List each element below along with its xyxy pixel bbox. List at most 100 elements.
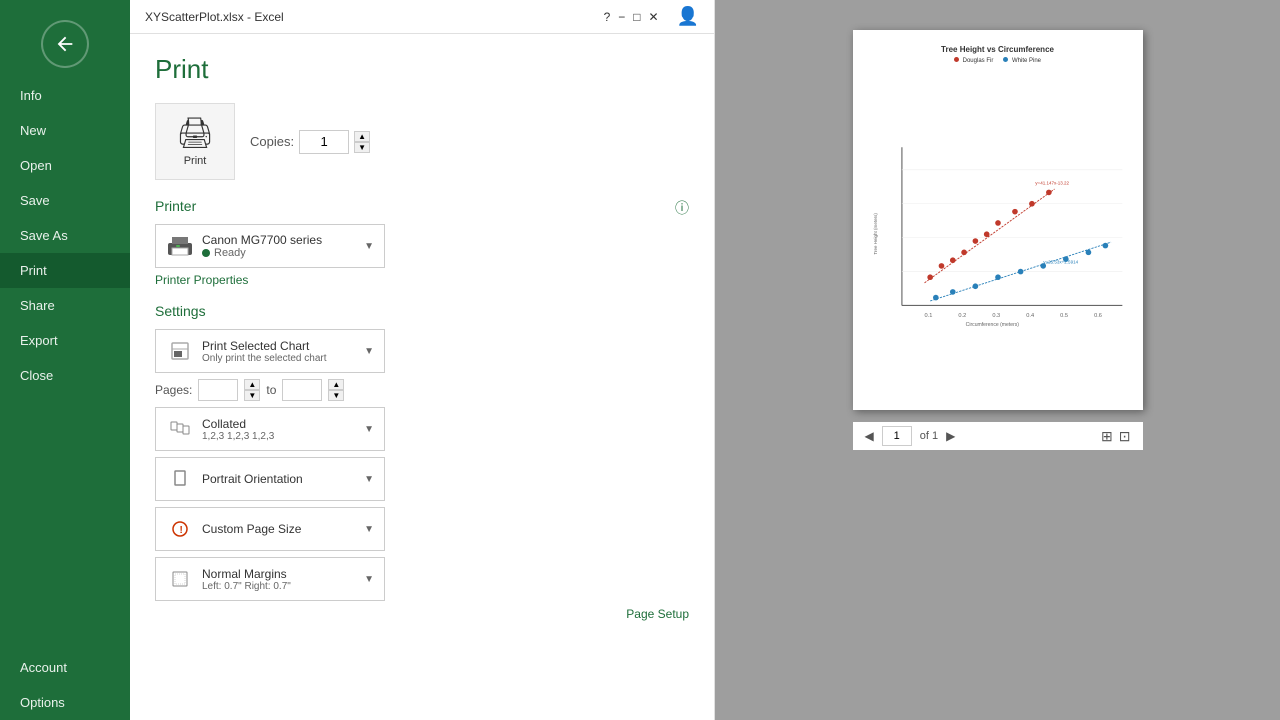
copies-up[interactable]: ▲ xyxy=(354,131,370,142)
user-avatar: 👤 xyxy=(677,6,699,27)
setting-portrait-main: Portrait Orientation xyxy=(202,472,364,486)
copies-right: Copies: ▲ ▼ xyxy=(250,130,370,154)
print-button-area[interactable]: 🖨 Print xyxy=(155,103,235,180)
sidebar: Info New Open Save Save As Print Share E… xyxy=(0,0,130,720)
minimize-icon[interactable]: − xyxy=(618,10,625,24)
legend-dot-pine xyxy=(1003,57,1008,62)
printer-info: Canon MG7700 series Ready xyxy=(202,233,356,259)
copies-spinners: ▲ ▼ xyxy=(354,131,370,153)
svg-text:0.6: 0.6 xyxy=(1094,313,1102,319)
setting-collated-sub: 1,2,3 1,2,3 1,2,3 xyxy=(202,431,364,442)
svg-text:Tree Height (meters): Tree Height (meters) xyxy=(873,213,878,255)
sidebar-item-export[interactable]: Export xyxy=(0,323,130,358)
setting-print-selection-text: Print Selected Chart Only print the sele… xyxy=(202,339,364,364)
setting-print-selection-sub: Only print the selected chart xyxy=(202,353,364,364)
sidebar-item-account[interactable]: Account xyxy=(0,650,130,685)
svg-text:0.3: 0.3 xyxy=(992,313,1000,319)
pages-to-down[interactable]: ▼ xyxy=(328,390,344,401)
printer-select[interactable]: Canon MG7700 series Ready ▼ xyxy=(155,224,385,268)
setting-portrait[interactable]: Portrait Orientation ▼ xyxy=(155,457,385,501)
setting-portrait-arrow: ▼ xyxy=(364,474,374,485)
svg-text:0.5: 0.5 xyxy=(1060,313,1068,319)
printer-name: Canon MG7700 series xyxy=(202,233,356,247)
setting-normal-margins[interactable]: Normal Margins Left: 0.7" Right: 0.7" ▼ xyxy=(155,557,385,601)
pages-to-input[interactable] xyxy=(282,379,322,401)
settings-header: Settings xyxy=(155,303,689,319)
title-bar-controls: ? − □ ✕ 👤 xyxy=(604,6,699,27)
setting-print-selection[interactable]: Print Selected Chart Only print the sele… xyxy=(155,329,385,373)
setting-collated[interactable]: Collated 1,2,3 1,2,3 1,2,3 ▼ xyxy=(155,407,385,451)
copies-label: Copies: xyxy=(250,134,294,149)
chart-legend: Douglas Fir White Pine xyxy=(954,57,1041,64)
sidebar-item-options[interactable]: Options xyxy=(0,685,130,720)
copies-field: Copies: ▲ ▼ xyxy=(250,130,370,154)
sidebar-item-close[interactable]: Close xyxy=(0,358,130,393)
sidebar-item-saveas[interactable]: Save As xyxy=(0,218,130,253)
pages-to-spinners: ▲ ▼ xyxy=(328,379,344,401)
custom-page-icon: ! xyxy=(166,515,194,543)
printer-device-icon xyxy=(166,235,194,257)
pages-from-spinners: ▲ ▼ xyxy=(244,379,260,401)
next-page-button[interactable]: ▶ xyxy=(946,429,955,443)
page-number-input[interactable] xyxy=(882,426,912,446)
setting-print-selection-arrow: ▼ xyxy=(364,346,374,357)
pages-to-label: to xyxy=(266,383,276,397)
print-btn-icon: 🖨 xyxy=(176,116,214,151)
legend-item-douglas: Douglas Fir xyxy=(954,57,993,64)
legend-dot-douglas xyxy=(954,57,959,62)
legend-item-pine: White Pine xyxy=(1003,57,1041,64)
setting-collated-text: Collated 1,2,3 1,2,3 1,2,3 xyxy=(202,417,364,442)
setting-custom-page[interactable]: ! Custom Page Size ▼ xyxy=(155,507,385,551)
svg-text:0.4: 0.4 xyxy=(1026,313,1034,319)
setting-collated-arrow: ▼ xyxy=(364,424,374,435)
pages-from-down[interactable]: ▼ xyxy=(244,390,260,401)
pages-from-input[interactable] xyxy=(198,379,238,401)
fit-page-icon[interactable]: ⊞ xyxy=(1101,428,1113,445)
pages-to-up[interactable]: ▲ xyxy=(328,379,344,390)
pages-from-up[interactable]: ▲ xyxy=(244,379,260,390)
svg-text:y=41.147x-13.22: y=41.147x-13.22 xyxy=(1035,181,1069,186)
print-btn-label: Print xyxy=(184,155,207,167)
sidebar-item-open[interactable]: Open xyxy=(0,148,130,183)
preview-panel: Tree Height vs Circumference Douglas Fir… xyxy=(715,0,1280,720)
sidebar-item-new[interactable]: New xyxy=(0,113,130,148)
svg-text:0.1: 0.1 xyxy=(924,313,932,319)
setting-custom-page-arrow: ▼ xyxy=(364,524,374,535)
sidebar-item-share[interactable]: Share xyxy=(0,288,130,323)
printer-section-header: Printer xyxy=(155,198,689,214)
copies-down[interactable]: ▼ xyxy=(354,142,370,153)
print-panel: XYScatterPlot.xlsx - Excel ? − □ ✕ 👤 Pri… xyxy=(130,0,715,720)
printer-dropdown-arrow: ▼ xyxy=(364,241,374,252)
sidebar-item-print[interactable]: Print xyxy=(0,253,130,288)
prev-page-button[interactable]: ◀ xyxy=(865,429,874,443)
help-icon[interactable]: ? xyxy=(604,10,611,24)
setting-normal-margins-main: Normal Margins xyxy=(202,567,364,581)
printer-properties-link[interactable]: Printer Properties xyxy=(155,273,689,287)
setting-custom-page-text: Custom Page Size xyxy=(202,522,364,536)
setting-custom-page-main: Custom Page Size xyxy=(202,522,364,536)
copies-input[interactable] xyxy=(299,130,349,154)
print-selection-icon xyxy=(166,337,194,365)
fit-width-icon[interactable]: ⊡ xyxy=(1119,428,1131,445)
restore-icon[interactable]: □ xyxy=(633,10,640,24)
page-setup-link[interactable]: Page Setup xyxy=(155,607,689,621)
copies-group: 🖨 Print Copies: ▲ ▼ xyxy=(155,103,689,180)
printer-status: Ready xyxy=(202,247,356,259)
setting-normal-margins-arrow: ▼ xyxy=(364,574,374,585)
chart-title: Tree Height vs Circumference xyxy=(941,45,1054,54)
printer-info-icon[interactable]: ⓘ xyxy=(675,198,689,218)
title-bar: XYScatterPlot.xlsx - Excel ? − □ ✕ 👤 xyxy=(130,0,714,34)
pages-label: Pages: xyxy=(155,383,192,397)
close-icon[interactable]: ✕ xyxy=(649,10,659,24)
svg-text:0.2: 0.2 xyxy=(958,313,966,319)
sidebar-item-save[interactable]: Save xyxy=(0,183,130,218)
chart-plot-area: 0.1 0.2 0.3 0.4 0.5 0.6 Tree Height (met… xyxy=(868,69,1128,395)
setting-normal-margins-sub: Left: 0.7" Right: 0.7" xyxy=(202,581,364,592)
svg-text:!: ! xyxy=(180,525,183,536)
sidebar-item-info[interactable]: Info xyxy=(0,78,130,113)
preview-page: Tree Height vs Circumference Douglas Fir… xyxy=(853,30,1143,410)
normal-margins-icon xyxy=(166,565,194,593)
fit-icons: ⊞ ⊡ xyxy=(1101,428,1130,445)
setting-normal-margins-text: Normal Margins Left: 0.7" Right: 0.7" xyxy=(202,567,364,592)
back-button[interactable] xyxy=(41,20,89,68)
